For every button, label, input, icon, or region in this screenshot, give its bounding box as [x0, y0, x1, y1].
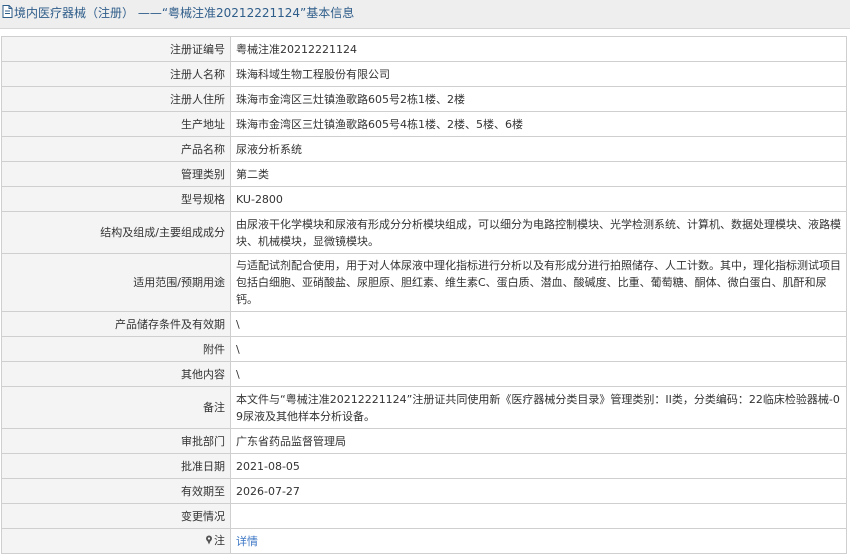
row-value: \ [230, 361, 847, 387]
table-row: 注册人名称 珠海科域生物工程股份有限公司 [1, 61, 847, 87]
row-label: 批准日期 [1, 453, 231, 479]
table-row: 审批部门 广东省药品监督管理局 [1, 428, 847, 454]
row-value: 由尿液干化学模块和尿液有形成分分析模块组成，可以细分为电路控制模块、光学检测系统… [230, 211, 847, 254]
row-label: 注册人住所 [1, 86, 231, 112]
note-value: 详情 [230, 528, 847, 554]
document-icon [2, 1, 13, 27]
row-value [230, 503, 847, 529]
table-row: 有效期至 2026-07-27 [1, 478, 847, 504]
note-label: 注 [214, 534, 225, 548]
row-value: 本文件与“粤械注准20212221124”注册证共同使用新《医疗器械分类目录》管… [230, 386, 847, 429]
table-row: 批准日期 2021-08-05 [1, 453, 847, 479]
info-table: 注册证编号 粤械注准20212221124 注册人名称 珠海科域生物工程股份有限… [1, 36, 847, 554]
row-value: 与适配试剂配合使用，用于对人体尿液中理化指标进行分析以及有形成分进行拍照储存、人… [230, 253, 847, 312]
row-label: 注册人名称 [1, 61, 231, 87]
table-row: 变更情况 [1, 503, 847, 529]
row-value: 珠海市金湾区三灶镇渔歌路605号2栋1楼、2楼 [230, 86, 847, 112]
row-value: 粤械注准20212221124 [230, 36, 847, 62]
row-label: 产品名称 [1, 136, 231, 162]
row-label: 备注 [1, 386, 231, 429]
row-label: 变更情况 [1, 503, 231, 529]
row-label: 产品储存条件及有效期 [1, 311, 231, 337]
table-row: 管理类别 第二类 [1, 161, 847, 187]
table-row: 产品名称 尿液分析系统 [1, 136, 847, 162]
row-value: 2026-07-27 [230, 478, 847, 504]
pin-icon [205, 533, 213, 550]
note-row: 注 详情 [1, 528, 847, 554]
table-row: 备注 本文件与“粤械注准20212221124”注册证共同使用新《医疗器械分类目… [1, 386, 847, 429]
note-label-cell: 注 [1, 528, 231, 554]
row-label: 其他内容 [1, 361, 231, 387]
row-value: 第二类 [230, 161, 847, 187]
row-label: 审批部门 [1, 428, 231, 454]
row-label: 管理类别 [1, 161, 231, 187]
table-row: 其他内容 \ [1, 361, 847, 387]
row-label: 有效期至 [1, 478, 231, 504]
row-label: 结构及组成/主要组成成分 [1, 211, 231, 254]
row-value: \ [230, 336, 847, 362]
row-value: 广东省药品监督管理局 [230, 428, 847, 454]
details-link[interactable]: 详情 [236, 535, 258, 548]
row-label: 注册证编号 [1, 36, 231, 62]
row-value: 珠海市金湾区三灶镇渔歌路605号4栋1楼、2楼、5楼、6楼 [230, 111, 847, 137]
table-row: 附件 \ [1, 336, 847, 362]
table-row: 型号规格 KU-2800 [1, 186, 847, 212]
page-title: 境内医疗器械（注册） ——“粤械注准20212221124”基本信息 [14, 6, 355, 20]
table-row: 注册人住所 珠海市金湾区三灶镇渔歌路605号2栋1楼、2楼 [1, 86, 847, 112]
row-label: 生产地址 [1, 111, 231, 137]
row-label: 型号规格 [1, 186, 231, 212]
table-row: 适用范围/预期用途 与适配试剂配合使用，用于对人体尿液中理化指标进行分析以及有形… [1, 253, 847, 312]
table-row: 注册证编号 粤械注准20212221124 [1, 36, 847, 62]
row-value: \ [230, 311, 847, 337]
row-value: 尿液分析系统 [230, 136, 847, 162]
table-row: 产品储存条件及有效期 \ [1, 311, 847, 337]
row-value: KU-2800 [230, 186, 847, 212]
table-row: 生产地址 珠海市金湾区三灶镇渔歌路605号4栋1楼、2楼、5楼、6楼 [1, 111, 847, 137]
page-title-bar: 境内医疗器械（注册） ——“粤械注准20212221124”基本信息 [0, 0, 850, 29]
row-label: 适用范围/预期用途 [1, 253, 231, 312]
table-row: 结构及组成/主要组成成分 由尿液干化学模块和尿液有形成分分析模块组成，可以细分为… [1, 211, 847, 254]
row-value: 2021-08-05 [230, 453, 847, 479]
row-label: 附件 [1, 336, 231, 362]
row-value: 珠海科域生物工程股份有限公司 [230, 61, 847, 87]
